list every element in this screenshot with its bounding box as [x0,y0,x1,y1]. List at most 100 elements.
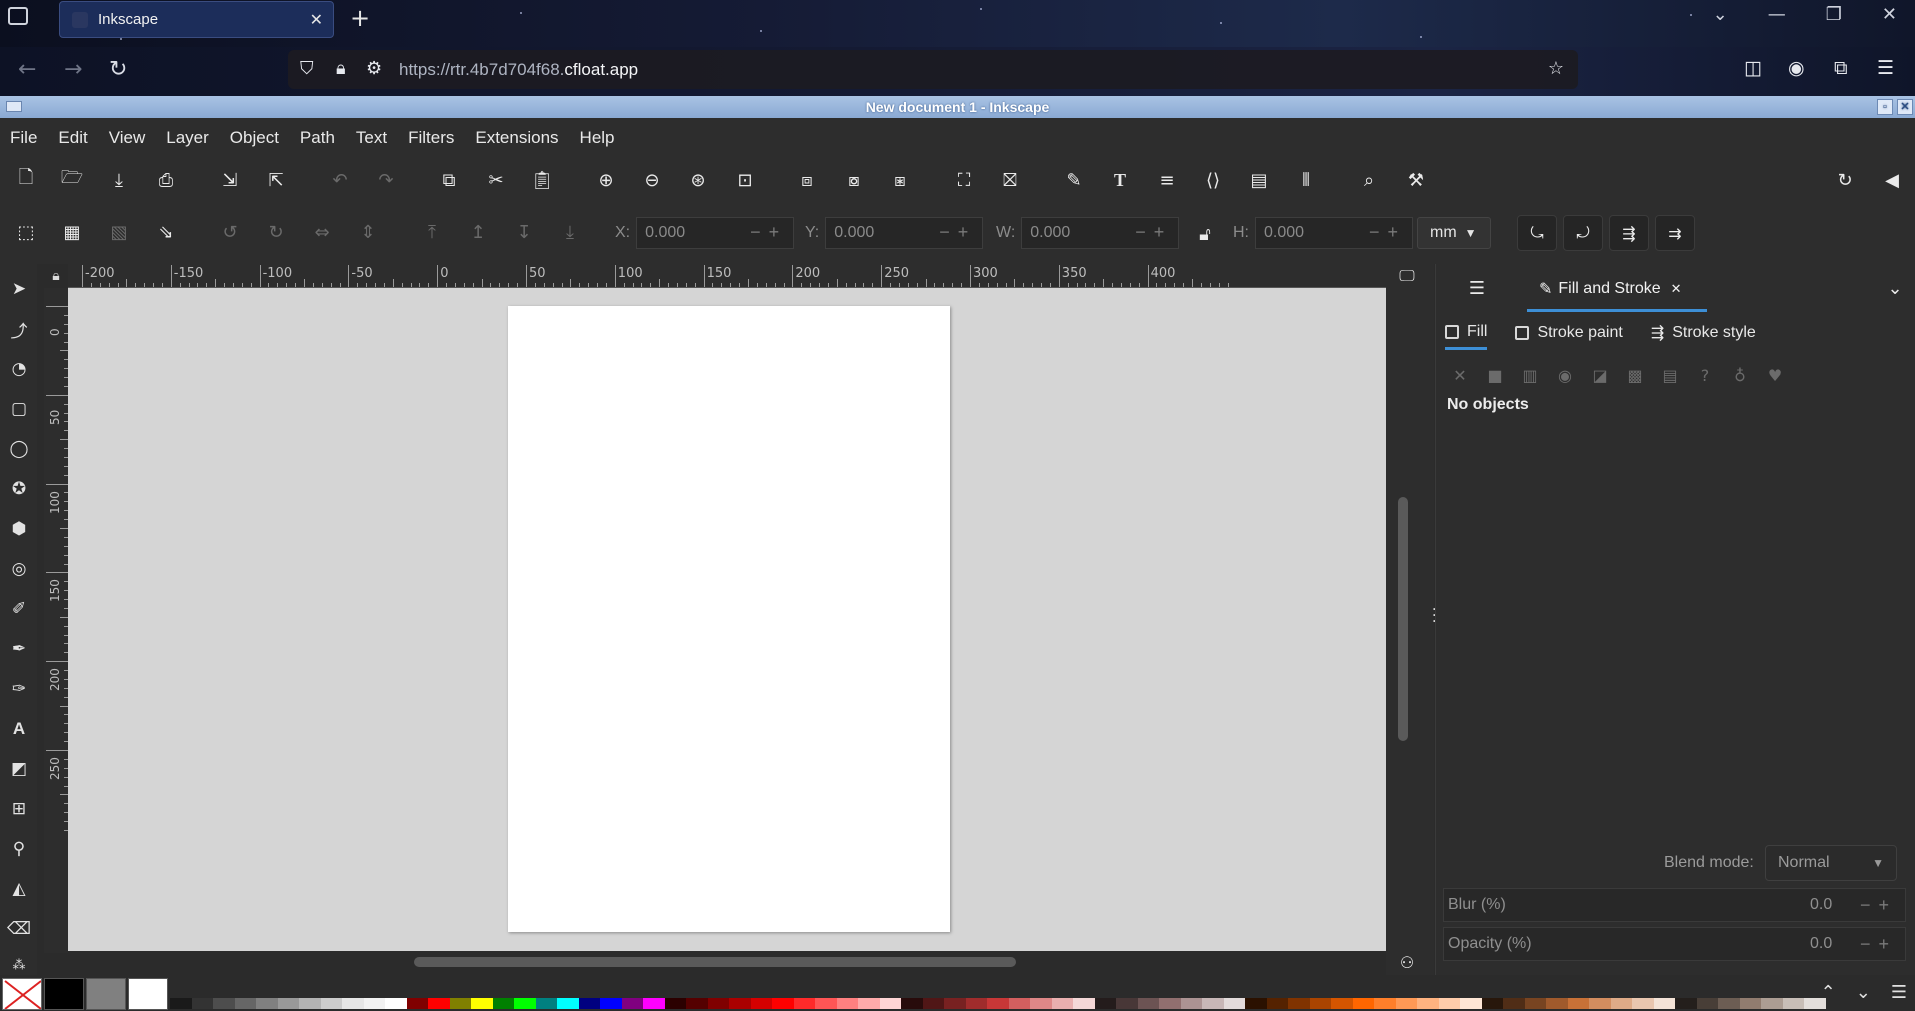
opacity-stepper[interactable]: −+ [1860,934,1897,955]
cut-icon[interactable]: ✂ [484,168,508,192]
close-window-icon[interactable]: ✕ [1882,4,1897,25]
fill-stroke-dialog-icon[interactable]: ✎ [1062,168,1086,192]
account-icon[interactable]: ◉ [1788,57,1805,79]
color-swatch[interactable] [428,998,450,1009]
color-swatch[interactable] [299,998,321,1009]
lock-icon[interactable]: 🔒︎ [336,58,346,79]
menu-object[interactable]: Object [230,128,279,148]
color-swatch[interactable] [406,998,428,1009]
color-swatch[interactable] [1696,998,1718,1009]
color-swatch[interactable] [1266,998,1288,1009]
color-swatch[interactable] [191,998,213,1009]
open-file-icon[interactable]: 🗁 [60,167,84,192]
touch-select-icon[interactable]: ⇘ [154,220,178,244]
color-swatch[interactable] [1137,998,1159,1009]
system-menu-icon[interactable] [6,101,22,112]
color-swatch[interactable] [1395,998,1417,1009]
scale-stroke-icon[interactable]: ⤿ [1517,215,1557,251]
color-swatch[interactable] [1567,998,1589,1009]
subtab-fill[interactable]: Fill [1445,323,1488,350]
toolbar-collapse-icon[interactable]: ◀ [1880,168,1904,192]
display-mode-icon[interactable]: 🖵︎ [1395,264,1419,288]
x-input[interactable]: 0.000 −+ [636,217,795,249]
tab-close-icon[interactable]: ✕ [1671,281,1682,297]
scale-corners-icon[interactable]: ⤾ [1563,215,1603,251]
color-swatch[interactable] [1718,998,1740,1009]
w-input[interactable]: 0.000 −+ [1021,217,1180,249]
palette-scroll-up-icon[interactable]: ⌃ [1821,982,1836,1003]
color-swatch[interactable] [557,998,579,1009]
color-swatch[interactable] [1094,998,1116,1009]
paint-bucket-tool-icon[interactable]: ◭ [6,876,32,902]
undo-icon[interactable]: ↶ [328,168,352,192]
pencil-tool-icon[interactable]: ✐ [6,596,32,622]
color-swatch[interactable] [1503,998,1525,1009]
lock-proportions-icon[interactable]: 🔓︎ [1193,222,1217,246]
dock-menu-chevron-icon[interactable]: ⌄ [1883,276,1907,300]
h-input[interactable]: 0.000 −+ [1255,217,1413,249]
spiral-tool-icon[interactable]: ◎ [6,556,32,582]
zoom-drawing-icon[interactable]: ⊖ [640,168,664,192]
spray-tool-icon[interactable]: ⁂ [6,956,32,974]
color-swatch[interactable] [471,998,493,1009]
raise-icon[interactable]: ↥ [466,220,490,244]
calligraphy-tool-icon[interactable]: ✑ [6,676,32,702]
color-swatch[interactable] [213,998,235,1009]
tab-close-icon[interactable]: ✕ [310,10,323,30]
color-swatch[interactable] [1546,998,1568,1009]
back-arrow-icon[interactable]: ← [18,57,36,82]
color-swatch[interactable] [729,998,751,1009]
h-stepper[interactable]: −+ [1369,222,1406,243]
import-icon[interactable]: ⇲ [218,168,242,192]
color-swatch[interactable] [320,998,342,1009]
menu-path[interactable]: Path [300,128,335,148]
color-swatch[interactable] [1331,998,1353,1009]
shape-builder-icon[interactable]: ◔ [6,356,32,382]
swatch-icon[interactable]: ▤ [1658,363,1682,387]
star-tool-icon[interactable]: ✪ [6,476,32,502]
color-swatch[interactable] [449,998,471,1009]
node-tool-icon[interactable]: ⤴ [6,316,32,342]
color-swatch[interactable] [815,998,837,1009]
forward-arrow-icon[interactable]: → [64,57,82,82]
save-icon[interactable]: ⤓ [107,168,131,192]
layers-objects-dialog-icon[interactable]: ≡ [1155,168,1179,192]
document-page[interactable] [508,306,950,932]
minimize-icon[interactable]: — [1768,4,1786,25]
3d-box-tool-icon[interactable]: ⬢ [6,516,32,542]
tracking-shield-icon[interactable]: ⛉ [300,58,314,79]
color-swatch[interactable] [1610,998,1632,1009]
color-swatch[interactable] [1589,998,1611,1009]
no-paint-icon[interactable]: ✕ [1448,363,1472,387]
extensions-icon[interactable]: ⧉ [1834,57,1848,79]
group-icon[interactable]: ⛶ [952,168,976,192]
no-color-swatch[interactable] [2,978,42,1010]
rotate-ccw-icon[interactable]: ↺ [218,220,242,244]
horizontal-scrollbar[interactable] [414,957,1016,967]
zoom-selection-icon[interactable]: ⊕ [594,168,618,192]
unit-select[interactable]: mm ▼ [1417,217,1491,249]
reload-icon[interactable]: ↻ [109,57,127,82]
color-swatch[interactable] [1782,998,1804,1009]
color-swatch[interactable] [1180,998,1202,1009]
preferences-icon[interactable]: ⚒ [1404,168,1428,192]
move-patterns-icon[interactable]: ⇉ [1655,215,1695,251]
color-swatch[interactable] [256,998,278,1009]
blur-stepper[interactable]: −+ [1860,895,1897,916]
clone-icon[interactable]: ⧇ [842,168,866,192]
color-swatch[interactable] [363,998,385,1009]
close-icon[interactable]: ✕ [1897,99,1913,115]
select-all-icon[interactable]: ⬚ [14,220,38,244]
subtab-stroke-style[interactable]: ⇶ Stroke style [1651,323,1756,349]
text-font-dialog-icon[interactable]: T [1108,168,1132,192]
menu-edit[interactable]: Edit [58,128,87,148]
color-swatch[interactable] [750,998,772,1009]
blur-slider[interactable]: Blur (%) 0.0 −+ [1443,888,1906,922]
color-swatch[interactable] [1030,998,1052,1009]
color-swatch[interactable] [686,998,708,1009]
dropper-tool-icon[interactable]: ⚲ [6,836,32,862]
color-swatch[interactable] [1374,998,1396,1009]
document-properties-icon[interactable]: ▤ [1247,168,1271,192]
color-swatch[interactable] [1675,998,1697,1009]
color-swatch[interactable] [1352,998,1374,1009]
